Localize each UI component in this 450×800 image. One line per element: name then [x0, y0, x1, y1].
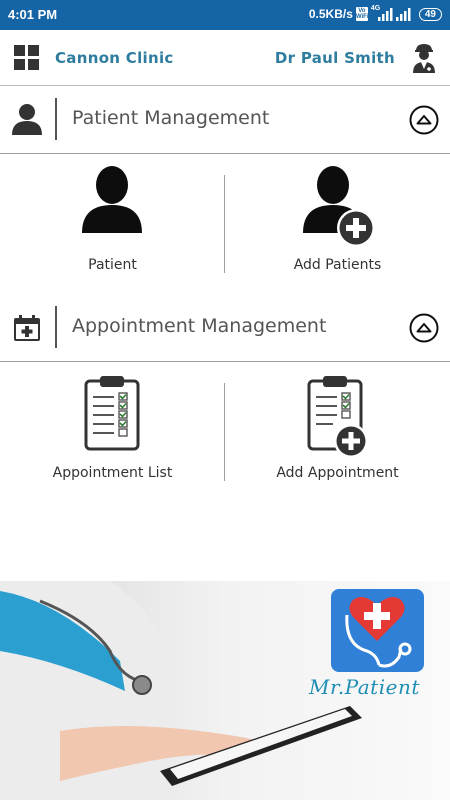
appointment-list-tile[interactable]: Appointment List	[0, 363, 225, 493]
brand-name: Mr.Patient	[309, 675, 420, 699]
battery-icon: 49	[418, 7, 442, 21]
status-time: 4:01 PM	[8, 7, 58, 22]
doctor-avatar-icon[interactable]	[411, 42, 437, 74]
vowifi-icon: Vo WiFi	[355, 7, 369, 21]
signal-icon	[395, 7, 411, 21]
heart-stethoscope-icon	[345, 596, 412, 668]
brand-logo	[331, 589, 424, 672]
network-speed: 0.5KB/s	[308, 7, 353, 21]
patient-label: Patient	[88, 257, 137, 273]
add-appointment-tile[interactable]: Add Appointment	[225, 363, 450, 493]
collapse-up-icon[interactable]	[409, 105, 439, 135]
status-bar: 4:01 PM 0.5KB/s Vo WiFi 4G 49	[0, 0, 450, 30]
appointment-management-header[interactable]: Appointment Management	[0, 294, 450, 362]
clinic-name: Cannon Clinic	[55, 49, 174, 67]
person-icon	[12, 104, 42, 135]
appointment-management-title: Appointment Management	[72, 315, 327, 337]
calendar-medical-icon	[14, 315, 40, 341]
clipboard-icon	[84, 376, 140, 451]
grid-menu-icon[interactable]	[14, 45, 40, 71]
patient-tile[interactable]: Patient	[0, 155, 225, 285]
add-patients-label: Add Patients	[293, 257, 382, 273]
add-person-icon	[303, 166, 375, 247]
add-patients-tile[interactable]: Add Patients	[225, 155, 450, 285]
header-divider	[55, 98, 57, 140]
doctor-name[interactable]: Dr Paul Smith	[275, 49, 395, 67]
appointment-list-label: Appointment List	[52, 465, 173, 481]
person-icon	[82, 166, 142, 233]
vowifi-bottom: WiFi	[355, 14, 369, 20]
app-bar: Cannon Clinic Dr Paul Smith	[0, 30, 450, 86]
add-clipboard-icon	[307, 376, 368, 458]
header-divider	[55, 306, 57, 348]
status-icons: 0.5KB/s Vo WiFi 4G 49	[308, 5, 442, 21]
add-appointment-label: Add Appointment	[276, 465, 399, 481]
patient-management-header[interactable]: Patient Management	[0, 86, 450, 154]
collapse-up-icon[interactable]	[409, 313, 439, 343]
signal-4g-icon: 4G	[371, 5, 393, 21]
patient-management-title: Patient Management	[72, 107, 270, 129]
